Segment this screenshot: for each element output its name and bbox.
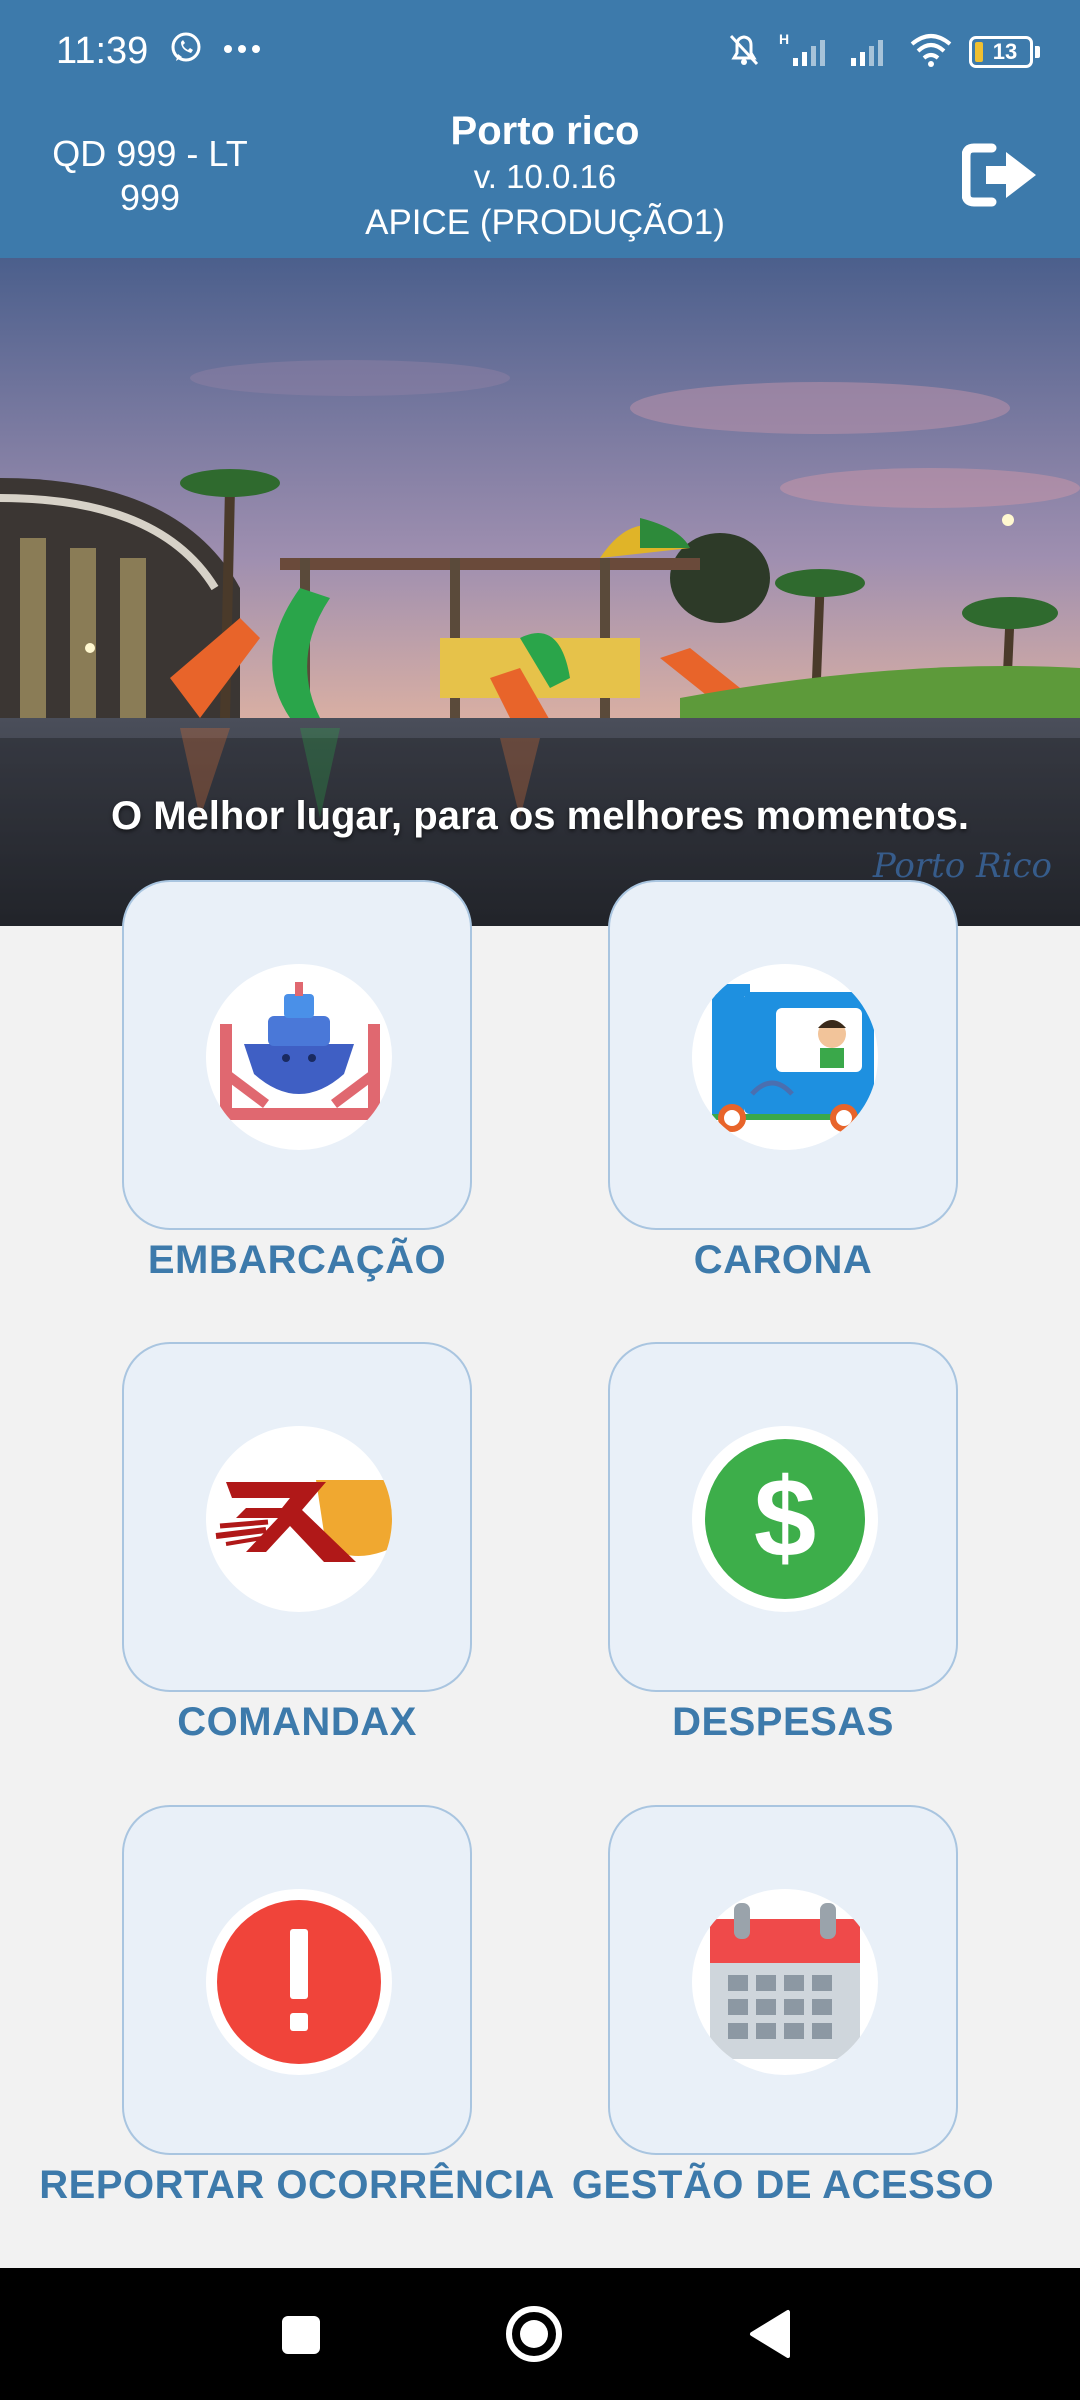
app-root: 11:39 H 13 QD 999 - LT 999 Porto rico v.…	[0, 0, 1080, 2400]
header-info: Porto rico v. 10.0.16 APICE (PRODUÇÃO1)	[290, 108, 800, 246]
battery-level: 13	[992, 38, 1018, 64]
signal-icon: H	[779, 30, 831, 73]
recents-button[interactable]	[240, 2268, 360, 2400]
menu-tile-comandax[interactable]	[122, 1342, 472, 1692]
logout-icon	[961, 143, 1036, 207]
app-version: v. 10.0.16	[473, 158, 617, 195]
recents-icon	[282, 2316, 320, 2354]
boat-icon	[220, 982, 380, 1120]
logout-button[interactable]	[961, 140, 1042, 210]
home-icon	[506, 2306, 562, 2362]
environment-label: APICE (PRODUÇÃO1)	[365, 203, 725, 242]
menu-tile-embarcacao[interactable]	[122, 880, 472, 1230]
battery-icon: 13	[969, 35, 1040, 68]
signal-icon	[847, 30, 893, 73]
menu-label-embarcacao[interactable]: EMBARCAÇÃO	[27, 1235, 567, 1285]
unit-label: QD 999 - LT 999	[52, 133, 248, 218]
wifi-icon	[909, 30, 953, 73]
menu-tile-gestao-de-acesso[interactable]	[608, 1805, 958, 2155]
page-title: Porto rico	[450, 109, 640, 153]
home-button[interactable]	[474, 2268, 594, 2400]
alert-icon	[217, 1900, 381, 2064]
status-bar: 11:39 H 13	[0, 0, 1080, 108]
menu-label-reportar-ocorrencia[interactable]: REPORTAR OCORRÊNCIA	[27, 2160, 567, 2210]
hero-banner: O Melhor lugar, para os melhores momento…	[0, 258, 1080, 926]
train-icon	[702, 974, 874, 1150]
whatsapp-icon	[168, 30, 204, 71]
menu-label-despesas[interactable]: DESPESAS	[513, 1697, 1053, 1747]
banner-caption: O Melhor lugar, para os melhores momento…	[111, 794, 969, 838]
status-time: 11:39	[56, 30, 149, 72]
more-notifications-icon	[222, 42, 262, 60]
calendar-icon	[710, 1903, 860, 2059]
dollar-icon: $	[705, 1439, 865, 1599]
menu-tile-reportar-ocorrencia[interactable]	[122, 1805, 472, 2155]
menu-label-gestao-de-acesso[interactable]: GESTÃO DE ACESSO	[513, 2160, 1053, 2210]
menu-label-comandax[interactable]: COMANDAX	[27, 1697, 567, 1747]
svg-text:H: H	[779, 31, 789, 47]
comandax-logo-icon	[215, 1480, 392, 1562]
svg-text:$: $	[754, 1455, 816, 1580]
menu-label-carona[interactable]: CARONA	[513, 1235, 1053, 1285]
mute-icon	[725, 30, 763, 73]
system-nav-bar	[0, 2268, 1080, 2400]
menu-tile-carona[interactable]	[608, 880, 958, 1230]
app-header: QD 999 - LT 999 Porto rico v. 10.0.16 AP…	[0, 108, 1080, 258]
back-button[interactable]	[708, 2268, 828, 2400]
menu-tile-despesas[interactable]: $	[608, 1342, 958, 1692]
back-icon	[750, 2310, 790, 2358]
